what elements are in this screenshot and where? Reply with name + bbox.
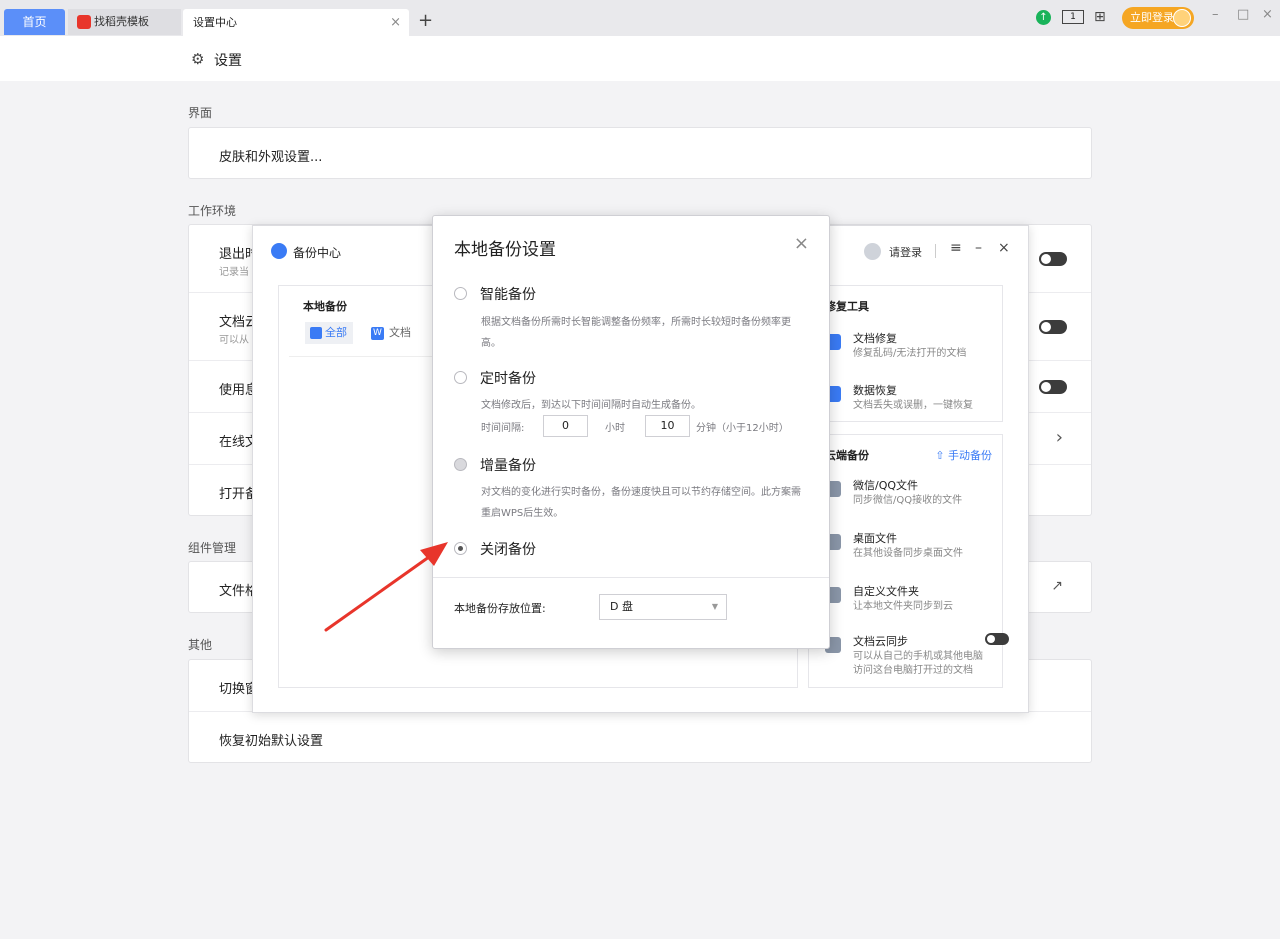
backup-center-logo-icon: [271, 243, 287, 259]
option-incremental-backup-label: 增量备份: [480, 458, 536, 474]
backup-location-value: D 盘: [610, 600, 633, 613]
desktop-files-desc: 在其他设备同步桌面文件: [853, 548, 963, 559]
section-ui-label: 界面: [188, 106, 213, 120]
data-recovery-desc: 文档丢失或误删，一键恢复: [853, 400, 973, 411]
interval-minutes-input[interactable]: 10: [645, 415, 690, 437]
manual-backup-link[interactable]: ⇧ 手动备份: [935, 447, 992, 463]
cloud-toggle[interactable]: [1039, 320, 1067, 334]
exit-toggle[interactable]: [1039, 252, 1067, 266]
divider: [935, 244, 936, 258]
radio-incremental-backup[interactable]: [454, 458, 467, 471]
settings-header: ⚙ 设置: [0, 36, 1280, 81]
backup-location-label: 本地备份存放位置:: [454, 602, 546, 615]
filter-all-chip[interactable]: 全部: [305, 322, 353, 344]
cloud-backup-panel: 云端备份 ⇧ 手动备份 微信/QQ文件 同步微信/QQ接收的文件 桌面文件 在其…: [808, 434, 1009, 688]
repair-tools-panel: 修复工具 文档修复 修复乱码/无法打开的文档 数据恢复 文档丢失或误删，一键恢复: [808, 285, 1003, 422]
doc-cloud-sync-desc: 可以从自己的手机或其他电脑: [853, 651, 983, 662]
login-button[interactable]: 立即登录: [1122, 7, 1194, 29]
repair-tools-header: 修复工具: [825, 300, 869, 313]
section-work-label: 工作环境: [188, 204, 237, 218]
close-icon[interactable]: ×: [998, 240, 1010, 256]
doc-cloud-sync-desc2: 访问这台电脑打开过的文档: [853, 665, 973, 676]
layout-icon[interactable]: 1: [1062, 10, 1084, 24]
tab-bar: 首页 找稻壳模板 设置中心 × + ↑ 1 ⊞ 立即登录 – □ ×: [0, 0, 1280, 36]
tab-close-icon[interactable]: ×: [390, 9, 401, 36]
doc-cloud-sync-toggle[interactable]: [985, 633, 1009, 645]
restore-defaults-label: 恢复初始默认设置: [219, 734, 324, 749]
usage-toggle[interactable]: [1039, 380, 1067, 394]
page-title: 设置: [214, 53, 242, 69]
work-row-cloud-sub: 可以从: [219, 335, 249, 346]
login-label: 立即登录: [1130, 11, 1174, 24]
manual-backup-label: 手动备份: [948, 449, 992, 462]
minimize-icon[interactable]: –: [975, 240, 982, 256]
window-maximize-icon[interactable]: □: [1237, 7, 1249, 22]
window-minimize-icon[interactable]: –: [1212, 7, 1219, 22]
upload-icon[interactable]: ↑: [1036, 10, 1051, 25]
section-component-label: 组件管理: [188, 541, 237, 555]
tab-settings-center[interactable]: 设置中心 ×: [183, 9, 409, 36]
ui-card: 皮肤和外观设置...: [188, 127, 1092, 179]
backup-login-link[interactable]: 请登录: [889, 244, 922, 260]
backup-center-title: 备份中心: [293, 246, 342, 260]
arrow-head: [420, 542, 448, 566]
option-scheduled-backup-desc: 文档修改后，到达以下时间间隔时自动生成备份。: [481, 400, 701, 411]
interval-minutes-unit: 分钟（小于12小时）: [696, 423, 789, 434]
docer-logo-icon: [77, 15, 91, 29]
custom-folder-desc: 让本地文件夹同步到云: [853, 601, 953, 612]
external-link-icon[interactable]: ↗: [1051, 578, 1063, 594]
option-scheduled-backup-label: 定时备份: [480, 371, 536, 387]
interval-hours-unit: 小时: [605, 423, 625, 434]
skin-settings-row[interactable]: 皮肤和外观设置...: [189, 128, 1091, 178]
backup-location-select[interactable]: D 盘 ▼: [599, 594, 727, 620]
add-tab-icon[interactable]: +: [418, 10, 433, 31]
work-row-exit-sub: 记录当: [219, 267, 249, 278]
upload-small-icon: ⇧: [935, 449, 948, 462]
restore-defaults-row[interactable]: 恢复初始默认设置: [189, 712, 1091, 764]
filter-doc-chip[interactable]: 文档: [371, 322, 411, 344]
tab-draft-label: 找稻壳模板: [94, 15, 149, 28]
skin-settings-label: 皮肤和外观设置...: [219, 150, 323, 165]
menu-icon[interactable]: ≡: [950, 240, 962, 256]
apps-grid-icon[interactable]: ⊞: [1094, 9, 1106, 25]
chevron-right-icon: ›: [1055, 427, 1063, 448]
red-arrow-annotation: [324, 542, 448, 632]
tab-settings-label: 设置中心: [193, 16, 237, 29]
wechat-qq-desc: 同步微信/QQ接收的文件: [853, 495, 963, 506]
radio-smart-backup[interactable]: [454, 287, 467, 300]
arrow-shaft: [324, 550, 438, 632]
option-smart-backup-desc: 根据文档备份所需时长智能调整备份频率，所需时长较短时备份频率更高。: [481, 317, 791, 349]
cloud-backup-header: 云端备份: [825, 449, 869, 462]
section-other-label: 其他: [188, 638, 213, 652]
option-incremental-backup-desc: 对文档的变化进行实时备份，备份速度快且可以节约存储空间。此方案需重启WPS后生效…: [481, 487, 801, 519]
dialog-title: 本地备份设置: [454, 240, 556, 260]
option-disable-backup-label: 关闭备份: [480, 542, 536, 558]
radio-scheduled-backup[interactable]: [454, 371, 467, 384]
local-backup-settings-dialog: 本地备份设置 × 智能备份 根据文档备份所需时长智能调整备份频率，所需时长较短时…: [432, 215, 830, 649]
avatar-icon: [1173, 9, 1191, 27]
option-smart-backup-label: 智能备份: [480, 287, 536, 303]
doc-repair-desc: 修复乱码/无法打开的文档: [853, 348, 967, 359]
tab-draft-templates[interactable]: 找稻壳模板: [68, 9, 181, 35]
interval-row: 时间间隔: 0 小时 10 分钟（小于12小时）: [481, 415, 811, 439]
dialog-close-icon[interactable]: ×: [794, 233, 809, 254]
interval-label: 时间间隔:: [481, 423, 525, 434]
interval-hours-input[interactable]: 0: [543, 415, 588, 437]
divider: [433, 577, 829, 578]
window-close-icon[interactable]: ×: [1262, 7, 1273, 22]
user-avatar-icon: [864, 243, 881, 260]
gear-icon: ⚙: [191, 50, 205, 68]
local-backup-header: 本地备份: [303, 300, 347, 313]
tab-home[interactable]: 首页: [4, 9, 65, 35]
chevron-down-icon: ▼: [711, 602, 718, 611]
